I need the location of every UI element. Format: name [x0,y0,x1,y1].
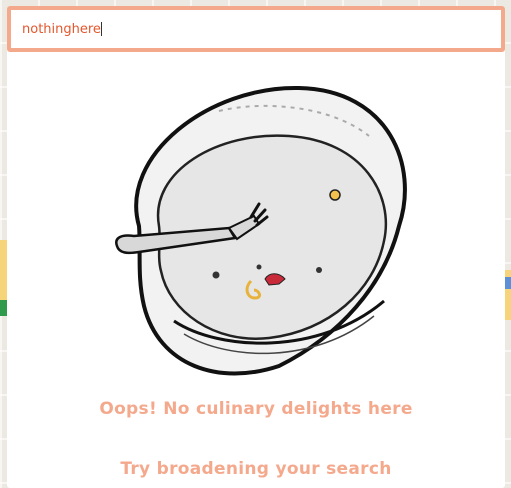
plate-icon [134,85,407,376]
search-input-value[interactable]: nothinghere [22,22,101,37]
empty-state-title: Oops! No culinary delights here [99,399,413,419]
empty-state-hint: Try broadening your search [120,459,392,479]
text-caret [100,22,102,36]
search-bar[interactable]: nothinghere [7,6,505,52]
search-results-panel: nothinghere Oops! No culinary delights h… [7,6,505,488]
empty-plate-illustration [115,85,407,376]
search-field[interactable]: nothinghere [22,22,102,37]
map-marker [505,277,511,289]
